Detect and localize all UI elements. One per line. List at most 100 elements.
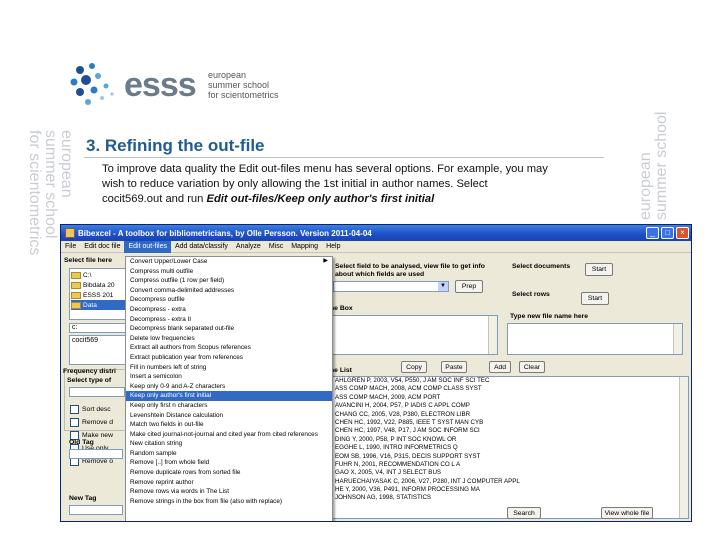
menu-decompress-outfile[interactable]: Decompress outfile <box>126 295 332 305</box>
menu-analyze[interactable]: Analyze <box>232 241 265 253</box>
list-item[interactable]: FUHR N, 2001, RECOMMENDATION CO L A <box>331 461 688 469</box>
view-whole-file-button[interactable]: View whole file <box>601 507 653 519</box>
logo-subtitle: european summer school for scientometric… <box>208 70 279 100</box>
folder-item-selected[interactable]: Data <box>71 300 125 310</box>
list-item[interactable]: JOHNSON AG, 1998, STATISTICS <box>331 494 688 502</box>
list-item[interactable]: AHLGREN P, 2003, V54, P550, J AM SOC INF… <box>331 377 688 385</box>
list-item[interactable]: ASS COMP MACH, 2009, ACM PORT <box>331 394 688 402</box>
menu-random-sample[interactable]: Random sample <box>126 449 332 459</box>
new-file-input[interactable] <box>507 323 683 355</box>
copy-button[interactable]: Copy <box>401 361 427 373</box>
menu-remove-brackets[interactable]: Remove [..] from whole field <box>126 458 332 468</box>
list-item[interactable]: CHEN HC, 1992, V22, P885, IEEE T SYST MA… <box>331 419 688 427</box>
menu-fill-numbers[interactable]: Fill in numbers left of string <box>126 363 332 373</box>
menu-extract-pub-year[interactable]: Extract publication year from references <box>126 353 332 363</box>
list-item[interactable]: EGGHE L, 1990, INTRO INFORMETRICS Q <box>331 444 688 452</box>
menu-new-citation-string[interactable]: New citation string <box>126 439 332 449</box>
menu-file[interactable]: File <box>61 241 80 253</box>
list-item[interactable]: HE Y, 2000, V36, P491, INFORM PROCESSING… <box>331 486 688 494</box>
list-item[interactable]: HARUECHAIYASAK C, 2006, V27, P280, INT J… <box>331 478 688 486</box>
info-line-2: about which fields are used <box>335 271 425 278</box>
list-item[interactable]: GAO X, 2005, V4, INT J SELECT BUS <box>331 469 688 477</box>
paste-button[interactable]: Paste <box>441 361 467 373</box>
menu-convert-comma[interactable]: Convert comma-delimited addresses <box>126 286 332 296</box>
menu-remove-reprint[interactable]: Remove reprint author <box>126 478 332 488</box>
menu-help[interactable]: Help <box>322 241 344 253</box>
menu-mapping[interactable]: Mapping <box>287 241 322 253</box>
remove-o-label: Remove o <box>82 458 113 465</box>
list-rows: AHLGREN P, 2003, V54, P550, J AM SOC INF… <box>331 377 688 503</box>
box-scrollbar[interactable] <box>488 316 497 354</box>
remove-d-checkbox[interactable] <box>70 418 79 427</box>
list-scrollbar[interactable] <box>679 377 688 518</box>
start-documents-button[interactable]: Start <box>585 263 613 276</box>
window-titlebar[interactable]: Bibexcel - A toolbox for bibliometrician… <box>61 225 691 241</box>
menu-keep-first-n[interactable]: Keep only first n characters <box>126 401 332 411</box>
list-item[interactable]: ASS COMP MACH, 2008, ACM COMP CLASS SYST <box>331 385 688 393</box>
file-list[interactable]: cocit569 <box>69 335 127 365</box>
chevron-down-icon[interactable]: ▼ <box>438 282 448 291</box>
menu-edit-out-files[interactable]: Edit out-files <box>124 240 171 253</box>
list-item[interactable]: DING Y, 2000, P58, P INT SOC KNOWL OR <box>331 436 688 444</box>
sort-desc-checkbox[interactable] <box>70 405 79 414</box>
maximize-button[interactable]: □ <box>661 227 674 239</box>
search-button[interactable]: Search <box>507 507 541 519</box>
new-file-scrollbar[interactable] <box>673 324 682 354</box>
list-item[interactable]: CHANG CC, 2005, V28, P380, ELECTRON LIBR <box>331 411 688 419</box>
menu-remove-duplicates[interactable]: Remove duplicate rows from sorted file <box>126 468 332 478</box>
menu-match-two-fields[interactable]: Match two fields in out-file <box>126 420 332 430</box>
menu-keep-0-9-a-z[interactable]: Keep only 0-9 and A-Z characters <box>126 382 332 392</box>
close-button[interactable]: × <box>676 227 689 239</box>
type-select[interactable] <box>69 387 125 397</box>
menu-convert-case[interactable]: Convert Upper/Lower Case ▶ <box>126 257 332 267</box>
body-line-2: wish to reduce variation by only allowin… <box>102 178 488 190</box>
list-item[interactable]: AVANCINI H, 2004, P57, P IADIS C APPL CO… <box>331 402 688 410</box>
svg-text:european: european <box>58 130 75 198</box>
title-divider <box>84 157 604 158</box>
menu-cited-journal[interactable]: Make cited journal-not-journal and cited… <box>126 430 332 440</box>
folder-icon <box>71 271 81 279</box>
folder-item[interactable]: C:\ <box>71 270 125 280</box>
menu-decompress-extra[interactable]: Decompress - extra <box>126 305 332 315</box>
make-new-label: Make new <box>82 432 113 439</box>
clear-button[interactable]: Clear <box>519 361 545 373</box>
drive-select[interactable]: c: <box>69 323 127 333</box>
submenu-arrow-icon: ▶ <box>323 258 328 264</box>
new-tag-input[interactable] <box>69 505 123 515</box>
menu-keep-first-initial[interactable]: Keep only author's first initial <box>126 391 332 401</box>
svg-text:summer school: summer school <box>42 130 59 238</box>
menu-add-data-classify[interactable]: Add data/classify <box>171 241 232 253</box>
folder-item[interactable]: Bibdata 20 <box>71 280 125 290</box>
menu-decompress-blank[interactable]: Decompress blank separated out-file <box>126 324 332 334</box>
frequency-label: Frequency distri <box>63 368 116 375</box>
menu-edit-doc-file[interactable]: Edit doc file <box>80 241 124 253</box>
menu-misc[interactable]: Misc <box>265 241 287 253</box>
menu-remove-strings[interactable]: Remove strings in the box from file (als… <box>126 497 332 507</box>
add-button[interactable]: Add <box>489 361 511 373</box>
minimize-button[interactable]: _ <box>646 227 659 239</box>
watermark-right: european summer school for scientometric… <box>637 112 666 220</box>
folder-item[interactable]: ESSS 201 <box>71 290 125 300</box>
svg-text:for scientometrics: for scientometrics <box>26 130 43 255</box>
menu-compress-outfile[interactable]: Compress outfile (1 row per field) <box>126 276 332 286</box>
folder-tree[interactable]: C:\ Bibdata 20 ESSS 201 Data <box>69 268 127 320</box>
menu-decompress-extra-2[interactable]: Decompress - extra II <box>126 315 332 325</box>
list-item[interactable]: EOM SB, 1996, V16, P315, DECIS SUPPORT S… <box>331 453 688 461</box>
old-tag-input[interactable] <box>69 449 123 459</box>
menu-insert-semicolon[interactable]: Insert a semicolon <box>126 372 332 382</box>
menu-compress-multi[interactable]: Compress multi outfile <box>126 267 332 277</box>
field-select[interactable]: ▼ <box>333 281 449 292</box>
menu-delete-low-freq[interactable]: Delete low frequencies <box>126 334 332 344</box>
menu-levenshtein[interactable]: Levenshtein Distance calculation <box>126 411 332 421</box>
window-controls: _ □ × <box>646 227 689 239</box>
start-rows-button[interactable]: Start <box>581 292 609 305</box>
svg-text:european: european <box>637 152 654 220</box>
select-documents-label: Select documents <box>512 263 571 270</box>
the-box-label: he Box <box>330 305 353 312</box>
the-box-textarea[interactable] <box>330 315 498 355</box>
the-list-box[interactable]: AHLGREN P, 2003, V54, P550, J AM SOC INF… <box>330 376 689 519</box>
menu-extract-scopus-authors[interactable]: Extract all authors from Scopus referenc… <box>126 343 332 353</box>
menu-remove-rows-list[interactable]: Remove rows via words in The List <box>126 487 332 497</box>
prep-button[interactable]: Prep <box>455 280 483 293</box>
list-item[interactable]: CHEN HC, 1997, V48, P17, J AM SOC INFORM… <box>331 427 688 435</box>
